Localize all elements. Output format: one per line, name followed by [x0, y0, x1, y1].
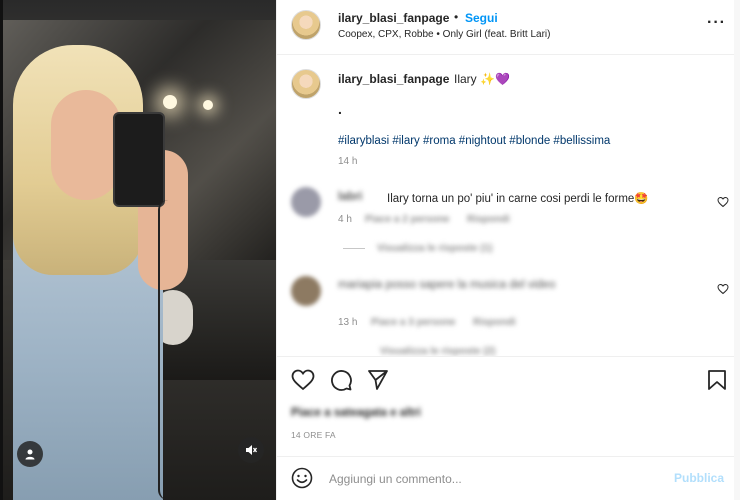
separator-dot: •: [454, 10, 459, 24]
comment-time[interactable]: 4 h: [338, 214, 352, 225]
comment-text: mariapia posso sapere la musica del vide…: [338, 278, 708, 293]
phone: [113, 112, 165, 207]
caption-time[interactable]: 14 h: [338, 156, 357, 167]
comment-icon[interactable]: [330, 369, 352, 391]
comment-username[interactable]: labri: [338, 191, 362, 203]
comment-reply-button[interactable]: Rispondi: [467, 214, 510, 225]
caption-dot: .: [338, 101, 342, 117]
comment-likes[interactable]: Piace a 3 persone: [371, 317, 456, 328]
person-face: [51, 90, 121, 200]
avatar[interactable]: [291, 10, 321, 40]
save-bookmark-icon[interactable]: [707, 369, 727, 391]
post-actions: Piace a sateagata e altri 14 ORE FA: [277, 356, 740, 456]
comment-username[interactable]: mariapia: [338, 279, 382, 291]
comment-reply-button[interactable]: Rispondi: [473, 317, 516, 328]
comment-avatar[interactable]: [291, 187, 321, 217]
post-video[interactable]: [3, 0, 276, 500]
comments-section[interactable]: ilary_blasi_fanpage Ilary ✨💜 . #ilarybla…: [277, 56, 740, 356]
post-time[interactable]: 14 ORE FA: [291, 430, 336, 440]
replies-divider: [343, 248, 365, 249]
caption-text: Ilary ✨💜: [454, 72, 510, 86]
caption-avatar[interactable]: [291, 69, 321, 99]
view-replies-button[interactable]: Visualizza le risposte (2): [380, 346, 495, 356]
add-comment-bar: Pubblica: [277, 456, 740, 500]
comment-likes[interactable]: Piace a 2 persone: [365, 214, 450, 225]
instagram-post-view: ilary_blasi_fanpage • Segui Coopex, CPX,…: [0, 0, 740, 500]
follow-button[interactable]: Segui: [465, 11, 498, 25]
post-header: ilary_blasi_fanpage • Segui Coopex, CPX,…: [277, 0, 740, 55]
like-heart-icon[interactable]: [291, 369, 315, 391]
caption-hashtags[interactable]: #ilaryblasi #ilary #roma #nightout #blon…: [338, 135, 610, 147]
post-side-panel: ilary_blasi_fanpage • Segui Coopex, CPX,…: [276, 0, 740, 500]
emoji-icon[interactable]: [291, 467, 313, 489]
user-icon: [25, 449, 35, 460]
likes-summary[interactable]: Piace a sateagata e altri: [291, 407, 421, 419]
comment-text: Ilary torna un po' piu' in carne cosi pe…: [387, 193, 649, 205]
speaker-muted-icon: [246, 445, 258, 455]
comment-input[interactable]: [329, 469, 659, 489]
scrollbar[interactable]: [734, 0, 740, 500]
caption-username[interactable]: ilary_blasi_fanpage: [338, 72, 449, 86]
mute-button[interactable]: [238, 437, 264, 463]
heart-icon[interactable]: [717, 196, 729, 208]
share-icon[interactable]: [367, 369, 389, 391]
more-options-icon[interactable]: ···: [707, 14, 726, 32]
ceiling-light: [163, 95, 177, 109]
publish-button[interactable]: Pubblica: [674, 471, 724, 485]
audio-track-link[interactable]: Coopex, CPX, Robbe • Only Girl (feat. Br…: [338, 29, 550, 40]
comment-body: posso sapere la musica del video: [385, 279, 556, 291]
phone-cable: [158, 200, 178, 500]
ceiling-light: [203, 100, 213, 110]
view-replies-button[interactable]: Visualizza le risposte (1): [377, 243, 492, 254]
comment-avatar[interactable]: [291, 276, 321, 306]
comment-time[interactable]: 13 h: [338, 317, 357, 328]
post-username[interactable]: ilary_blasi_fanpage: [338, 11, 449, 25]
heart-icon[interactable]: [717, 283, 729, 295]
tagged-users-button[interactable]: [17, 441, 43, 467]
